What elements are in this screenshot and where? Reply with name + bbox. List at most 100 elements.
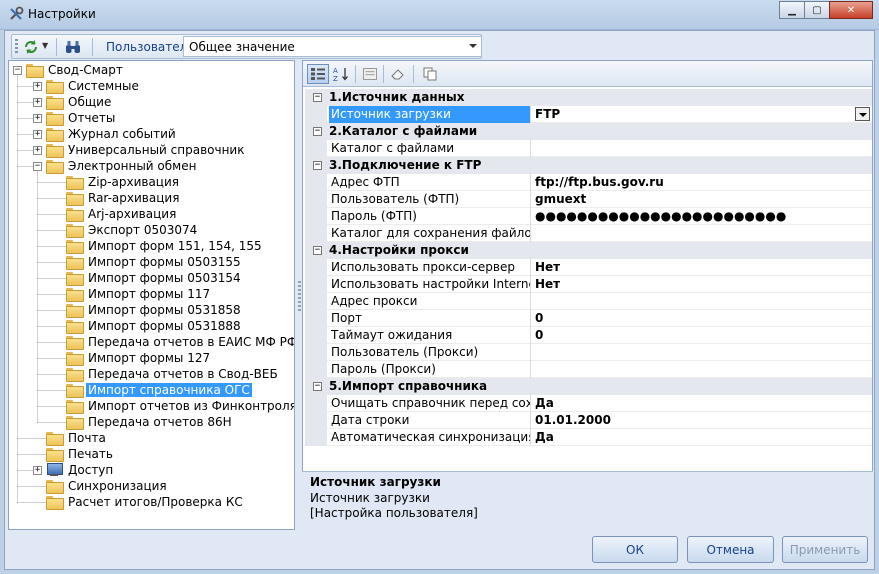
tree-item[interactable]: Печать (33, 446, 115, 462)
category-row[interactable]: −3.Подключение к FTP (305, 157, 872, 174)
refresh-dropdown-icon[interactable]: ▼ (42, 41, 48, 50)
tree-item[interactable]: Импорт формы 0531888 (53, 318, 243, 334)
tree-item[interactable]: − Свод-Смарт (13, 62, 125, 78)
property-row[interactable]: Адрес ФТП ftp://ftp.bus.gov.ru (305, 174, 872, 191)
cancel-button[interactable]: Отмена (687, 536, 774, 563)
property-value[interactable] (532, 293, 872, 310)
property-value[interactable]: gmuext (532, 191, 872, 208)
panel-splitter[interactable] (298, 281, 301, 311)
categorized-button[interactable] (307, 64, 329, 84)
tree-item[interactable]: + Общие (33, 94, 113, 110)
property-pages-button[interactable] (359, 64, 381, 84)
tree-item[interactable]: Arj-архивация (53, 206, 178, 222)
property-row[interactable]: Адрес прокси (305, 293, 872, 310)
property-row[interactable]: Таймаут ожидания 0 (305, 327, 872, 344)
property-name[interactable]: Дата строки (329, 412, 531, 429)
property-name[interactable]: Использовать прокси-сервер (329, 259, 531, 276)
dropdown-button[interactable] (855, 107, 870, 121)
property-value[interactable]: Да (532, 395, 872, 412)
property-value[interactable]: 0 (532, 327, 872, 344)
category-row[interactable]: −1.Источник данных (305, 89, 872, 106)
property-name[interactable]: Каталог с файлами (329, 140, 531, 157)
collapse-icon[interactable]: − (13, 65, 22, 75)
reset-button[interactable] (387, 64, 409, 84)
property-value[interactable]: 0 (532, 310, 872, 327)
tree-item[interactable]: Передача отчетов в Свод-ВЕБ (53, 366, 280, 382)
collapse-icon[interactable]: − (313, 246, 322, 255)
category-row[interactable]: −2.Каталог с файлами (305, 123, 872, 140)
expand-icon[interactable]: + (33, 145, 42, 155)
tree-item[interactable]: Передача отчетов в ЕАИС МФ РФ (53, 334, 294, 350)
tree-item[interactable]: Передача отчетов 86Н (53, 414, 234, 430)
property-value[interactable]: ●●●●●●●●●●●●●●●●●●●●●●●● (532, 208, 872, 225)
property-name[interactable]: Адрес ФТП (329, 174, 531, 191)
property-row[interactable]: Пользователь (ФТП) gmuext (305, 191, 872, 208)
tree-item[interactable]: Rar-архивация (53, 190, 181, 206)
tree-item[interactable]: Импорт формы 0503154 (53, 270, 243, 286)
user-select[interactable]: Общее значение (183, 36, 482, 57)
property-value[interactable] (532, 140, 872, 157)
property-value[interactable]: Нет (532, 259, 872, 276)
property-value[interactable]: Да (532, 429, 872, 446)
expand-icon[interactable]: + (33, 81, 42, 91)
tree-item[interactable]: Импорт формы 0503155 (53, 254, 243, 270)
property-row[interactable]: Дата строки 01.01.2000 (305, 412, 872, 429)
property-value[interactable]: FTP (532, 106, 872, 123)
collapse-icon[interactable]: − (313, 382, 322, 391)
alphabetical-button[interactable]: A Z (330, 64, 352, 84)
property-value[interactable] (532, 344, 872, 361)
tree-item[interactable]: + Журнал событий (33, 126, 178, 142)
property-row[interactable]: Автоматическая синхронизация со Да (305, 429, 872, 446)
refresh-icon[interactable] (22, 38, 40, 56)
tree-item[interactable]: + Отчеты (33, 110, 117, 126)
property-row[interactable]: Каталог с файлами (305, 140, 872, 157)
property-row[interactable]: Использовать прокси-сервер Нет (305, 259, 872, 276)
property-name[interactable]: Автоматическая синхронизация со (329, 429, 531, 446)
tree-item[interactable]: Импорт отчетов из Финконтроля (53, 398, 294, 414)
property-row[interactable]: Использовать настройки Internet Ex Нет (305, 276, 872, 293)
property-name[interactable]: Пароль (ФТП) (329, 208, 531, 225)
tree-item[interactable]: Расчет итогов/Проверка КС (33, 494, 245, 510)
tree-item[interactable]: Экспорт 0503074 (53, 222, 199, 238)
property-row[interactable]: Источник загрузки FTP (305, 106, 872, 123)
category-row[interactable]: −4.Настройки прокси (305, 242, 872, 259)
property-value[interactable]: Нет (532, 276, 872, 293)
tree-item[interactable]: Zip-архивация (53, 174, 181, 190)
maximize-button[interactable]: ▢ (804, 1, 830, 19)
close-button[interactable]: ✕ (829, 1, 873, 19)
property-value[interactable]: 01.01.2000 (532, 412, 872, 429)
expand-icon[interactable]: + (33, 97, 42, 107)
property-name[interactable]: Пользователь (ФТП) (329, 191, 531, 208)
property-name[interactable]: Адрес прокси (329, 293, 531, 310)
collapse-icon[interactable]: − (313, 127, 322, 136)
tree-item[interactable]: Импорт формы 117 (53, 286, 212, 302)
minimize-button[interactable]: ▁ (779, 1, 805, 19)
tree-item[interactable]: + Доступ (33, 462, 115, 478)
property-name[interactable]: Таймаут ожидания (329, 327, 531, 344)
property-name[interactable]: Порт (329, 310, 531, 327)
tree-item[interactable]: + Универсальный справочник (33, 142, 246, 158)
collapse-icon[interactable]: − (313, 93, 322, 102)
tree-item[interactable]: Синхронизация (33, 478, 169, 494)
property-name[interactable]: Пользователь (Прокси) (329, 344, 531, 361)
collapse-icon[interactable]: − (313, 161, 322, 170)
property-name[interactable]: Каталог для сохранения файлов (329, 225, 531, 242)
tree-item[interactable]: Почта (33, 430, 108, 446)
category-row[interactable]: −5.Импорт справочника (305, 378, 872, 395)
property-name[interactable]: Источник загрузки (329, 106, 531, 123)
collapse-icon[interactable]: − (33, 161, 42, 171)
toolbar-grip[interactable] (15, 39, 18, 54)
property-row[interactable]: Пользователь (Прокси) (305, 344, 872, 361)
expand-icon[interactable]: + (33, 465, 42, 475)
ok-button[interactable]: ОК (592, 536, 678, 563)
property-row[interactable]: Пароль (ФТП) ●●●●●●●●●●●●●●●●●●●●●●●● (305, 208, 872, 225)
tree-item[interactable]: Импорт формы 127 (53, 350, 212, 366)
expand-icon[interactable]: + (33, 113, 42, 123)
property-row[interactable]: Пароль (Прокси) (305, 361, 872, 378)
tree-item[interactable]: Импорт справочника ОГС (53, 382, 252, 398)
property-value[interactable] (532, 225, 872, 242)
tree-item[interactable]: − Электронный обмен (33, 158, 198, 174)
apply-button[interactable]: Применить (782, 536, 868, 563)
expand-icon[interactable]: + (33, 129, 42, 139)
binoculars-icon[interactable] (64, 38, 82, 56)
